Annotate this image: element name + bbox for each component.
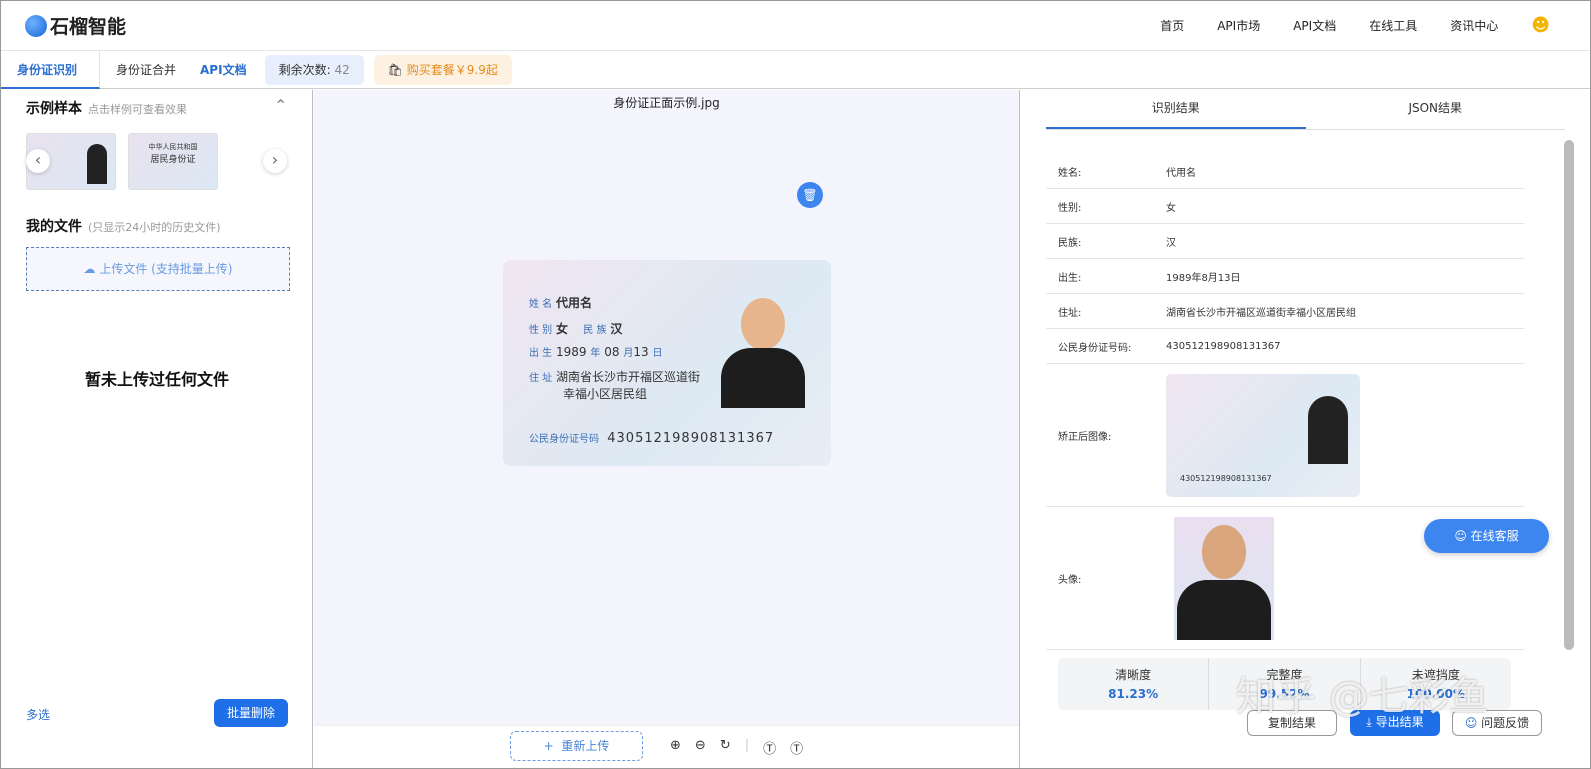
portrait-image <box>1174 516 1274 640</box>
samples-hint: 点击样例可查看效果 <box>88 103 187 116</box>
field-row: 公民身份证号码: 430512198908131367 <box>1046 329 1524 364</box>
sample-thumb-back[interactable]: 中华人民共和国 居民身份证 <box>128 133 218 190</box>
buy-package-button[interactable]: 🛍 购买套餐￥9.9起 <box>373 54 512 85</box>
zoom-in-icon[interactable]: ⊕ <box>670 738 681 757</box>
feedback-icon: ☺ <box>1464 716 1478 730</box>
files-heading: 我的文件 (只显示24小时的历史文件) <box>26 216 221 236</box>
card-sex-line: 性 别 女 民 族 汉 <box>529 322 623 336</box>
tab-id-recognition[interactable]: 身份证识别 <box>1 50 100 89</box>
thumb-title: 居民身份证 <box>150 155 196 165</box>
card-birth-line: 出 生 1989 年 08 月13 日 <box>529 345 663 359</box>
nav-news[interactable]: 资讯中心 <box>1450 17 1498 34</box>
feedback-button[interactable]: ☺ 问题反馈 <box>1452 710 1542 736</box>
field-row: 住址: 湖南省长沙市开福区巡道街幸福小区居民组 <box>1046 294 1524 329</box>
copy-result-button[interactable]: 复制结果 <box>1247 710 1337 736</box>
nav-home[interactable]: 首页 <box>1160 17 1184 34</box>
batch-delete-button[interactable]: 批量删除 <box>214 699 288 727</box>
remaining-count-badge: 剩余次数: 42 <box>264 54 364 85</box>
card-id-line: 公民身份证号码 430512198908131367 <box>529 431 775 446</box>
tool-tabs: 身份证识别 身份证合并 API文档 剩余次数: 42 🛍 购买套餐￥9.9起 <box>1 50 1590 89</box>
zoom-out-icon[interactable]: ⊖ <box>695 738 706 757</box>
field-row: 民族: 汉 <box>1046 224 1524 259</box>
nav-api-docs[interactable]: API文档 <box>1293 17 1336 34</box>
logo-icon <box>25 14 47 37</box>
thumb-country: 中华人民共和国 <box>148 143 198 151</box>
rotate-left-90-icon[interactable]: Ⓣ <box>763 738 776 757</box>
rotate-right-90-icon[interactable]: Ⓣ <box>790 738 803 757</box>
card-name-line: 姓 名 代用名 <box>529 296 593 310</box>
corrected-image-row: 矫正后图像: 430512198908131367 <box>1046 364 1524 507</box>
main-nav: 首页 API市场 API文档 在线工具 资讯中心 ☻ <box>1160 15 1590 36</box>
field-row: 姓名: 代用名 <box>1046 154 1524 189</box>
upload-label: 上传文件 (支持批量上传) <box>99 262 233 276</box>
tab-json-result[interactable]: JSON结果 <box>1306 90 1566 129</box>
tab-api-docs[interactable]: API文档 <box>192 51 255 89</box>
file-name: 身份证正面示例.jpg <box>613 96 720 110</box>
remaining-value: 42 <box>334 62 350 77</box>
left-panel: 示例样本 点击样例可查看效果 ⌃ 中华人民共和国 居民身份证 ‹ › 我的文件 (只显… <box>1 90 313 768</box>
buy-label: 购买套餐￥9.9起 <box>406 62 498 77</box>
headset-icon: ☺ <box>1454 529 1467 543</box>
scrollbar-thumb[interactable] <box>1564 140 1574 650</box>
nav-online-tools[interactable]: 在线工具 <box>1369 17 1417 34</box>
result-panel: 识别结果 JSON结果 姓名: 代用名 性别: 女 民族: 汉 出生: 1989年8月1… <box>1021 90 1590 768</box>
delete-icon[interactable]: 🗑 <box>797 182 823 208</box>
preview-panel: 身份证正面示例.jpg 🗑 姓 名 代用名 性 别 女 民 族 汉 出 生 19… <box>314 90 1020 768</box>
nav-api-market[interactable]: API市场 <box>1217 17 1260 34</box>
upload-file-area[interactable]: ☁ 上传文件 (支持批量上传) <box>26 247 290 291</box>
files-title: 我的文件 <box>26 219 82 235</box>
field-row: 出生: 1989年8月13日 <box>1046 259 1524 294</box>
download-icon: ⤓ <box>1366 715 1372 729</box>
cloud-upload-icon: ☁ <box>83 262 96 276</box>
rotate-icon[interactable]: ↻ <box>720 738 731 757</box>
empty-files-message: 暂未上传过任何文件 <box>84 370 229 389</box>
tab-id-merge[interactable]: 身份证合并 <box>100 51 192 89</box>
reupload-button[interactable]: + 重新上传 <box>510 731 643 761</box>
collapse-icon[interactable]: ⌃ <box>274 96 287 115</box>
corrected-card-image: 430512198908131367 <box>1166 373 1360 497</box>
prev-sample-icon[interactable]: ‹ <box>26 149 50 173</box>
card-portrait <box>721 298 805 410</box>
bag-icon: 🛍 <box>387 62 403 77</box>
samples-title: 示例样本 <box>26 101 82 117</box>
files-hint: (只显示24小时的历史文件) <box>88 221 221 234</box>
reupload-label: 重新上传 <box>561 739 610 753</box>
portrait-icon <box>87 144 107 184</box>
multi-select-link[interactable]: 多选 <box>26 706 50 723</box>
result-fields: 姓名: 代用名 性别: 女 民族: 汉 出生: 1989年8月13日 住址: 湖南省长沙市… <box>1046 154 1524 650</box>
brand-logo[interactable]: 石榴智能 <box>50 12 126 39</box>
divider: | <box>744 738 750 753</box>
card-address: 住 址 湖南省长沙市开福区巡道街 幸福小区居民组 <box>529 370 701 401</box>
header: 石榴智能 首页 API市场 API文档 在线工具 资讯中心 ☻ <box>1 1 1590 51</box>
online-service-button[interactable]: ☺ 在线客服 <box>1424 519 1549 553</box>
user-icon[interactable]: ☻ <box>1531 15 1550 36</box>
quality-metrics: 清晰度 81.23% 完整度 99.52% 未遮挡度 100.00% <box>1058 658 1511 710</box>
samples-heading: 示例样本 点击样例可查看效果 <box>26 98 187 118</box>
remaining-label: 剩余次数: <box>278 62 331 77</box>
preview-toolbar: + 重新上传 ⊕ ⊖ ↻ | Ⓣ Ⓣ <box>314 725 1019 768</box>
export-result-button[interactable]: ⤓ 导出结果 <box>1350 710 1440 736</box>
id-card-image: 姓 名 代用名 性 别 女 民 族 汉 出 生 1989 年 08 月13 日 … <box>503 260 831 466</box>
tab-recognition-result[interactable]: 识别结果 <box>1046 90 1306 129</box>
next-sample-icon[interactable]: › <box>263 149 287 173</box>
field-row: 性别: 女 <box>1046 189 1524 224</box>
